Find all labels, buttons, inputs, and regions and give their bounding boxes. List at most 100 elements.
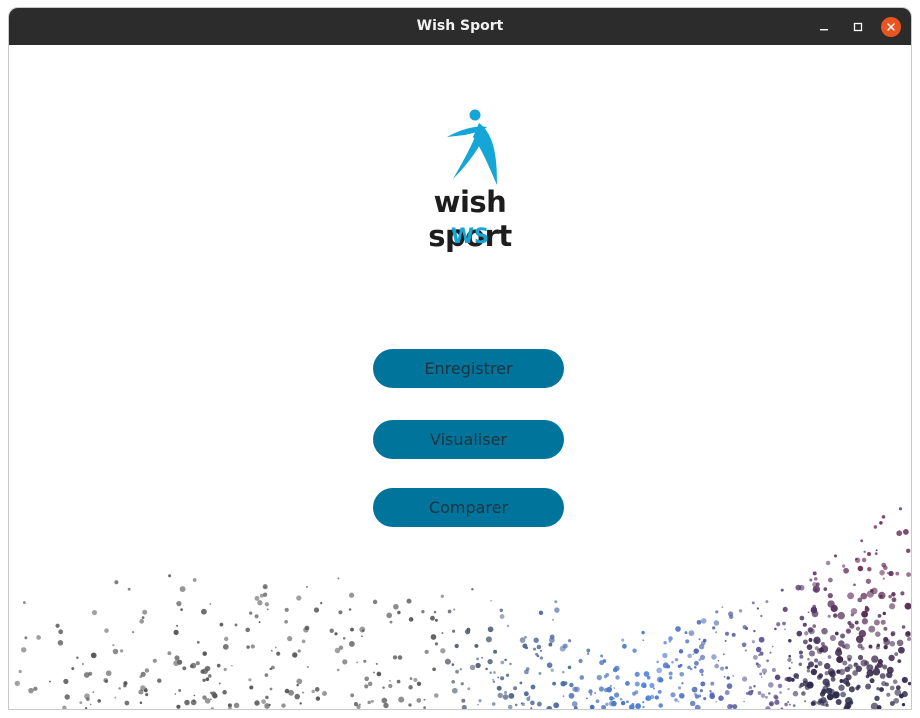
particle-dot xyxy=(104,628,109,633)
particle-dot xyxy=(760,614,763,618)
particle-dot xyxy=(784,628,786,631)
maximize-button[interactable] xyxy=(848,17,868,37)
particle-dot xyxy=(596,674,602,681)
title-bar[interactable]: Wish Sport xyxy=(9,8,911,45)
particle-dot xyxy=(760,676,763,678)
particle-dot xyxy=(63,678,69,685)
particle-dot xyxy=(715,631,718,634)
particle-dot xyxy=(850,613,854,617)
particle-dot xyxy=(392,655,398,660)
particle-dot xyxy=(905,631,911,636)
particle-dot xyxy=(614,665,620,671)
particle-dot xyxy=(589,693,593,696)
particle-dot xyxy=(553,702,560,709)
particle-dot xyxy=(382,686,385,689)
particle-dot xyxy=(413,677,418,683)
particle-dot xyxy=(830,676,836,682)
particle-dot xyxy=(626,700,629,704)
particle-dot xyxy=(874,552,878,555)
particle-dot xyxy=(389,679,391,682)
particle-dot xyxy=(579,675,585,680)
particle-dot xyxy=(195,661,200,666)
particle-dot xyxy=(477,703,479,706)
particle-dot xyxy=(398,696,405,703)
particle-dot xyxy=(364,684,369,689)
particle-dot xyxy=(441,631,444,635)
particle-dot xyxy=(454,643,459,649)
particle-dot xyxy=(689,667,693,671)
particle-dot xyxy=(58,629,64,635)
particle-dot xyxy=(827,592,833,599)
close-button[interactable] xyxy=(881,17,901,37)
particle-dot xyxy=(865,578,872,584)
particle-dot xyxy=(261,699,266,704)
particle-dot xyxy=(759,651,764,656)
particle-dot xyxy=(741,642,747,648)
maximize-icon xyxy=(853,22,863,32)
particle-dot xyxy=(645,697,648,700)
particle-dot xyxy=(864,605,869,610)
particle-dot xyxy=(142,609,148,615)
particle-dot xyxy=(530,684,536,690)
particle-dot xyxy=(209,602,212,605)
particle-dot xyxy=(765,600,769,604)
particle-dot xyxy=(842,660,848,666)
particle-dot xyxy=(656,667,663,674)
particle-dot xyxy=(895,571,900,576)
particle-dot xyxy=(284,607,289,613)
particle-dot xyxy=(338,645,344,650)
particle-dot xyxy=(178,688,182,692)
particle-dot xyxy=(836,655,844,664)
particle-dot xyxy=(877,614,882,618)
particle-dot xyxy=(731,632,736,637)
particle-dot xyxy=(502,694,509,700)
particle-dot xyxy=(869,678,875,684)
particle-dot xyxy=(562,695,565,697)
particle-dot xyxy=(891,597,897,603)
particle-dot xyxy=(799,654,804,659)
particle-dot xyxy=(748,686,752,690)
particle-dot xyxy=(79,701,83,705)
particle-dot xyxy=(742,624,747,630)
visualiser-button[interactable]: Visualiser xyxy=(373,420,564,459)
particle-dot xyxy=(906,572,911,578)
particle-dot xyxy=(434,693,439,698)
particle-dot xyxy=(784,702,788,707)
particle-dot xyxy=(539,649,543,652)
particle-dot xyxy=(348,592,355,598)
particle-dot xyxy=(350,693,355,698)
particle-dot xyxy=(562,643,568,649)
particle-dot xyxy=(814,588,818,592)
particle-dot xyxy=(791,661,793,664)
particle-dot xyxy=(840,633,846,639)
particle-dot xyxy=(554,607,560,613)
particle-dot xyxy=(271,665,275,670)
particle-dot xyxy=(701,673,704,676)
particle-dot xyxy=(658,677,664,683)
particle-dot xyxy=(97,699,101,703)
enregistrer-button[interactable]: Enregistrer xyxy=(373,349,564,388)
particle-dot xyxy=(812,624,817,628)
particle-dot xyxy=(875,549,878,552)
minimize-button[interactable] xyxy=(814,17,834,37)
particle-dot xyxy=(726,676,730,680)
particle-dot xyxy=(907,681,911,686)
particle-dot xyxy=(114,580,119,585)
particle-dot xyxy=(367,700,371,705)
particle-dot xyxy=(847,663,853,670)
particle-dot xyxy=(490,599,492,602)
particle-dot xyxy=(882,664,888,670)
particle-dot xyxy=(388,683,393,689)
particle-dot xyxy=(497,676,500,679)
particle-dot xyxy=(883,626,888,631)
particle-dot xyxy=(525,667,530,671)
logo-abbreviation: WS xyxy=(450,224,490,248)
particle-dot xyxy=(306,586,308,588)
particle-dot xyxy=(807,627,814,633)
particle-dot xyxy=(504,658,507,662)
particle-dot xyxy=(141,616,145,619)
particle-dot xyxy=(546,662,553,668)
particle-dot xyxy=(538,672,542,675)
particle-dot xyxy=(287,635,293,642)
particle-dot xyxy=(811,610,819,618)
